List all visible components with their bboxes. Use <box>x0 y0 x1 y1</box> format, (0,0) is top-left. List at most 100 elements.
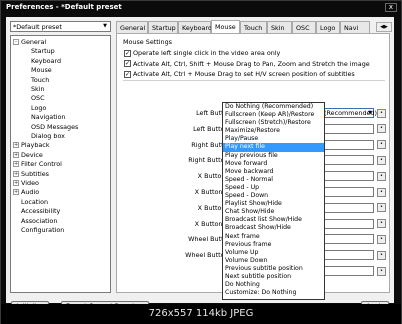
expand-icon[interactable]: + <box>13 151 19 158</box>
dropdown-option[interactable]: Speed - Normal <box>223 176 324 184</box>
tree-item-label: OSC <box>31 94 45 103</box>
tab-touch[interactable]: Touch <box>240 21 267 33</box>
preset-dropdown[interactable]: *Default preset ▼ <box>10 21 111 32</box>
dropdown-option[interactable]: Broadcast Show/Hide <box>223 224 324 232</box>
tab-keyboard[interactable]: Keyboard <box>178 21 212 33</box>
tree-item-accessibility[interactable]: Accessibility <box>11 207 60 216</box>
binding-options-button[interactable]: • <box>377 108 386 118</box>
tree-item-osc[interactable]: OSC <box>11 94 45 103</box>
action-dropdown-list: Do Nothing (Recommended) Fullscreen (Keep… <box>222 102 325 300</box>
tab-osc[interactable]: OSC <box>292 21 316 33</box>
settings-tree: - General Startup Keyboard Mouse Touch Skin OSC… <box>10 35 111 293</box>
tree-item-logo[interactable]: Logo <box>11 104 46 113</box>
tree-item-keyboard[interactable]: Keyboard <box>11 57 61 66</box>
chevron-down-icon: ▼ <box>103 23 107 29</box>
dropdown-option[interactable]: Play next file <box>223 143 324 152</box>
collapse-icon[interactable]: - <box>13 39 19 45</box>
checkbox[interactable]: ✓ <box>124 49 131 57</box>
tree-item-subtitles[interactable]: + Subtitles <box>11 170 49 179</box>
tree-item-playback[interactable]: + Playback <box>11 141 50 150</box>
tree-item-startup[interactable]: Startup <box>11 47 55 56</box>
title-bar: Preferences - *Default preset x <box>1 1 401 14</box>
tree-item-label: Location <box>21 197 49 206</box>
tree-item-label: Filter Control <box>21 160 62 169</box>
checkbox-row[interactable]: ✓ Activate Alt, Ctrl + Mouse Drag to set … <box>124 70 355 79</box>
tab-bar: General Startup Keyboard Mouse Touch Skin OSC L… <box>116 20 392 33</box>
dropdown-option[interactable]: Playlist Show/Hide <box>223 200 324 208</box>
expand-icon[interactable]: + <box>13 189 19 196</box>
binding-options-button[interactable]: • <box>377 250 386 260</box>
dropdown-option[interactable]: Next frame <box>223 233 324 241</box>
dropdown-option[interactable]: Maximize/Restore <box>223 127 324 135</box>
dropdown-option[interactable]: Play/Pause <box>223 135 324 143</box>
tab-logo[interactable]: Logo <box>316 21 340 33</box>
close-icon[interactable]: x <box>385 3 397 12</box>
tree-item-label: Startup <box>31 47 55 56</box>
tree-item-touch[interactable]: Touch <box>11 76 49 85</box>
tree-item-label: Navigation <box>31 113 66 122</box>
binding-options-button[interactable]: • <box>377 124 386 134</box>
tab-skin[interactable]: Skin <box>267 21 292 33</box>
expand-icon[interactable]: + <box>13 142 19 149</box>
dropdown-option[interactable]: Broadcast list Show/Hide <box>223 216 324 224</box>
dropdown-option[interactable]: Volume Down <box>223 257 324 265</box>
dropdown-option[interactable]: Previous subtitle position <box>223 265 324 273</box>
expand-icon[interactable]: + <box>13 161 19 168</box>
tree-item-filter-control[interactable]: + Filter Control <box>11 160 62 169</box>
binding-options-button[interactable]: • <box>377 219 386 229</box>
dropdown-option[interactable]: Do Nothing (Recommended) <box>223 103 324 111</box>
tree-item-general[interactable]: - General <box>11 38 46 47</box>
binding-options-button[interactable]: • <box>377 140 386 150</box>
tree-item-association[interactable]: Association <box>11 217 57 226</box>
binding-options-button[interactable]: • <box>377 171 386 181</box>
dropdown-option[interactable]: Next subtitle position <box>223 273 324 281</box>
dropdown-option[interactable]: Speed - Down <box>223 192 324 200</box>
tree-item-audio[interactable]: + Audio <box>11 188 39 197</box>
dropdown-option[interactable]: Play previous file <box>223 152 324 160</box>
tree-item-configuration[interactable]: Configuration <box>11 226 64 235</box>
image-caption: 726x557 114kb JPEG <box>1 304 401 324</box>
checkbox[interactable]: ✓ <box>124 60 131 67</box>
checkbox-row[interactable]: ✓ Activate Alt, Ctrl, Shift + Mouse Drag … <box>124 60 370 69</box>
tree-item-label: Mouse <box>31 66 52 75</box>
tree-item-osd-messages[interactable]: OSD Messages <box>11 123 78 132</box>
dropdown-option[interactable]: Move backward <box>223 168 324 176</box>
tree-item-label: Accessibility <box>21 207 61 216</box>
tab-general[interactable]: General <box>116 21 148 33</box>
binding-options-button[interactable]: • <box>377 266 386 276</box>
dropdown-option[interactable]: Move forward <box>223 160 324 168</box>
dropdown-option[interactable]: Fullscreen (Stretch)/Restore <box>223 119 324 127</box>
dropdown-option[interactable]: Volume Up <box>223 249 324 257</box>
tree-item-label: Device <box>21 150 43 159</box>
tree-item-label: Configuration <box>21 226 65 234</box>
tab-navi[interactable]: Navi <box>340 21 370 33</box>
tree-item-location[interactable]: Location <box>11 198 48 207</box>
checkbox-row[interactable]: ✓ Operate left single click in the video … <box>124 49 280 58</box>
checkbox[interactable]: ✓ <box>124 70 131 78</box>
tree-item-label: Subtitles <box>21 169 49 178</box>
tree-item-device[interactable]: + Device <box>11 151 43 160</box>
binding-options-button[interactable]: • <box>377 234 386 244</box>
dropdown-option[interactable]: Do Nothing <box>223 281 324 289</box>
expand-icon[interactable]: + <box>13 180 19 186</box>
tree-item-mouse[interactable]: Mouse <box>11 66 52 75</box>
tree-item-label: Keyboard <box>31 56 62 65</box>
binding-options-button[interactable]: • <box>377 155 386 165</box>
dropdown-option[interactable]: Speed - Up <box>223 184 324 192</box>
preset-dropdown-value: *Default preset <box>13 23 62 31</box>
expand-icon[interactable]: + <box>13 170 19 177</box>
tree-item-skin[interactable]: Skin <box>11 85 45 94</box>
binding-options-button[interactable]: • <box>377 203 386 213</box>
tree-item-dialog-box[interactable]: Dialog box <box>11 132 65 141</box>
dropdown-option[interactable]: Customize: Do Nothing <box>223 289 324 297</box>
dropdown-option[interactable]: Fullscreen (Keep AR)/Restore <box>223 111 324 119</box>
tab-scroll-arrows[interactable]: ◀▶ <box>376 22 392 32</box>
tab-mouse[interactable]: Mouse <box>211 20 240 33</box>
tab-startup[interactable]: Startup <box>148 21 178 33</box>
binding-options-button[interactable]: • <box>377 187 386 197</box>
dropdown-option[interactable]: Chat Show/Hide <box>223 208 324 216</box>
dropdown-option[interactable]: Previous frame <box>223 241 324 249</box>
tree-item-navigation[interactable]: Navigation <box>11 113 65 122</box>
tree-item-video[interactable]: + Video <box>11 179 39 188</box>
tree-item-label: Skin <box>31 85 45 93</box>
